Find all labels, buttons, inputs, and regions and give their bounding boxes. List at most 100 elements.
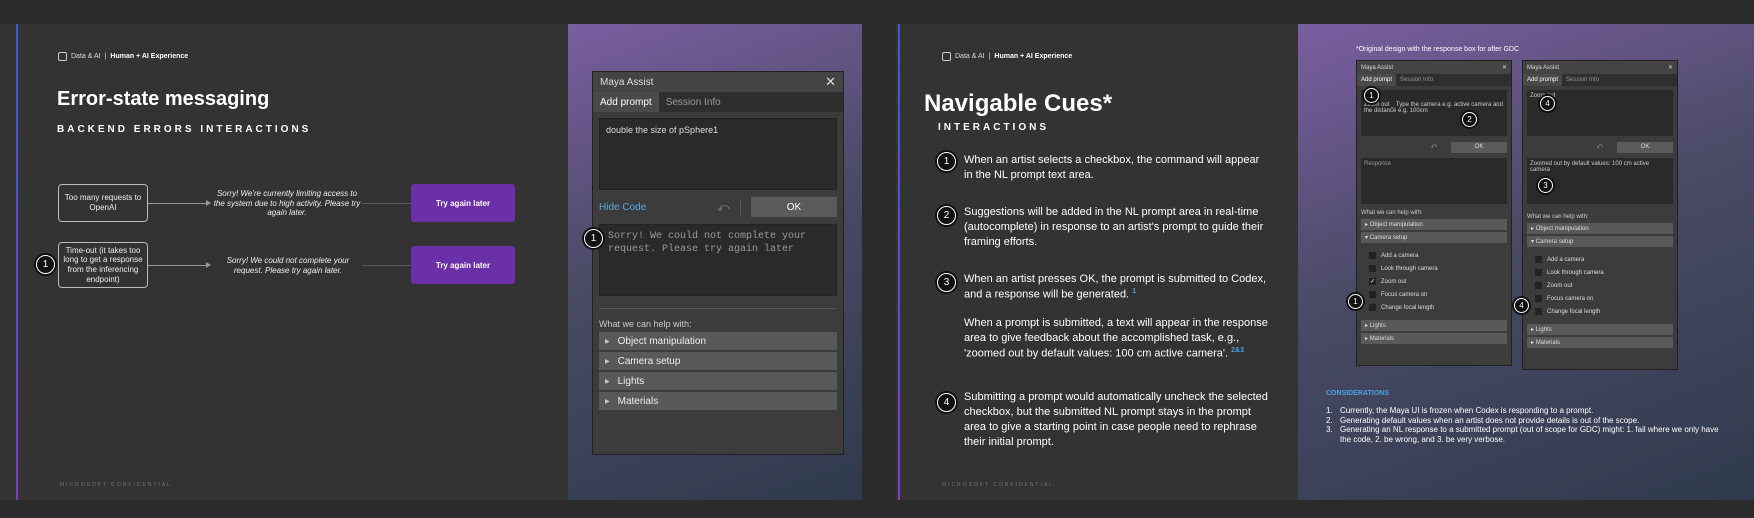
checkbox[interactable]: [1535, 282, 1542, 289]
checked-checkbox[interactable]: ✓: [1369, 278, 1376, 285]
checkbox[interactable]: [1369, 265, 1376, 272]
camera-option[interactable]: Change focal length: [1369, 301, 1511, 314]
try-again-button[interactable]: Try again later: [411, 246, 515, 284]
step-badge: 1: [36, 255, 55, 274]
error-cause-box: Too many requests to OpenAI: [58, 184, 148, 222]
category-object-manipulation[interactable]: ▸ Object manipulation: [1361, 219, 1507, 230]
dialog-title: Maya Assist: [1361, 64, 1394, 71]
category-object-manipulation[interactable]: ▸ Object manipulation: [1527, 223, 1673, 234]
undo-icon[interactable]: ⤺: [1597, 144, 1603, 151]
accent-line: [898, 24, 900, 500]
category-materials[interactable]: ▶ Materials: [599, 392, 837, 410]
category-object-manipulation[interactable]: ▶ Object manipulation: [599, 332, 837, 350]
camera-option[interactable]: Add a camera: [1535, 253, 1677, 266]
prompt-input[interactable]: Zoom out _ Type the camera e.g. active c…: [1361, 90, 1507, 136]
option-label: Look through camera: [1547, 269, 1604, 276]
page-subtitle: BACKEND ERRORS INTERACTIONS: [57, 124, 312, 135]
consideration-text: Currently, the Maya UI is frozen when Co…: [1340, 406, 1594, 415]
error-message: Sorry! We could not complete your reques…: [226, 256, 350, 275]
expand-icon: ▶: [605, 378, 610, 385]
category-materials[interactable]: ▸ Materials: [1527, 337, 1673, 348]
undo-icon[interactable]: ⤺: [1431, 144, 1437, 151]
list-item: 2. Generating default values when an arti…: [1326, 415, 1640, 425]
tab-add-prompt[interactable]: Add prompt: [1523, 74, 1563, 86]
category-lights[interactable]: ▸ Lights: [1527, 324, 1673, 335]
camera-option[interactable]: Focus camera on: [1369, 288, 1511, 301]
step-badge: 1: [1364, 88, 1379, 103]
camera-option[interactable]: Add a camera: [1369, 249, 1511, 262]
camera-option[interactable]: Zoom out: [1535, 279, 1677, 292]
brand-separator: |: [988, 53, 991, 60]
checkbox[interactable]: [1369, 252, 1376, 259]
category-label: Materials: [1535, 339, 1561, 346]
camera-option[interactable]: Change focal length: [1535, 305, 1677, 318]
flow-connector: [148, 203, 208, 204]
undo-icon[interactable]: ⤺: [717, 200, 730, 215]
brand-team: Human + AI Experience: [994, 53, 1073, 60]
page-title: Error-state messaging: [57, 88, 270, 110]
list-item: 3. Generating an NL response to a submitt…: [1326, 425, 1726, 444]
category-label: Lights: [1535, 326, 1552, 333]
dialog-tabs: Add prompt Session Info: [1357, 74, 1511, 86]
try-again-button[interactable]: Try again later: [411, 184, 515, 222]
brand-header: Data & AI | Human + AI Experience: [58, 52, 188, 61]
dialog-title: Maya Assist: [1527, 64, 1560, 71]
camera-option[interactable]: ✓ Zoom out: [1369, 275, 1511, 288]
category-camera-setup[interactable]: ▾ Camera setup: [1361, 232, 1507, 243]
brand-icon: [942, 52, 951, 61]
footnote-ref: 2&3: [1231, 346, 1244, 354]
checkbox[interactable]: [1535, 308, 1542, 315]
close-icon[interactable]: ✕: [1502, 64, 1507, 71]
category-lights[interactable]: ▸ Lights: [1361, 320, 1507, 331]
category-label: Materials: [1369, 335, 1395, 342]
brand-org: Data & AI: [71, 53, 101, 60]
expand-icon: ▶: [605, 398, 610, 405]
brand-icon: [58, 52, 67, 61]
step-badge: 2: [1462, 112, 1477, 127]
help-label: What we can help with:: [1527, 214, 1589, 220]
step-badge: 1: [584, 229, 603, 248]
hide-code-link[interactable]: Hide Code: [599, 202, 646, 213]
camera-option[interactable]: Look through camera: [1535, 266, 1677, 279]
ok-button[interactable]: OK: [1617, 141, 1673, 153]
category-camera-setup[interactable]: ▶ Camera setup: [599, 352, 837, 370]
category-lights[interactable]: ▶ Lights: [599, 372, 837, 390]
design-note: *Original design with the response box f…: [1356, 46, 1520, 53]
tab-session-info[interactable]: Session Info: [659, 92, 728, 112]
step-badge: 3: [937, 273, 956, 292]
close-icon[interactable]: ✕: [1668, 64, 1673, 71]
brand-header: Data & AI | Human + AI Experience: [942, 52, 1072, 61]
step-badge: 4: [1514, 298, 1529, 313]
tab-session-info[interactable]: Session Info: [1396, 74, 1437, 86]
tab-session-info[interactable]: Session Info: [1562, 74, 1603, 86]
category-label: Camera setup: [1369, 234, 1408, 241]
checkbox[interactable]: [1535, 256, 1542, 263]
option-label: Zoom out: [1381, 278, 1407, 285]
ok-button[interactable]: OK: [751, 197, 837, 217]
close-icon[interactable]: ✕: [825, 74, 836, 90]
category-label: Lights: [617, 375, 645, 387]
error-cause-box: Time-out (it takes too long to get a res…: [58, 242, 148, 288]
considerations-title: CONSIDERATIONS: [1326, 390, 1389, 397]
category-camera-setup[interactable]: ▾ Camera setup: [1527, 236, 1673, 247]
consideration-text: Generating an NL response to a submitted…: [1340, 425, 1719, 444]
ok-button[interactable]: OK: [1451, 141, 1507, 153]
checkbox[interactable]: [1535, 269, 1542, 276]
camera-option[interactable]: Look through camera: [1369, 262, 1511, 275]
checkbox[interactable]: [1369, 291, 1376, 298]
option-label: Change focal length: [1381, 304, 1435, 311]
tab-add-prompt[interactable]: Add prompt: [1357, 74, 1397, 86]
option-label: Look through camera: [1381, 265, 1438, 272]
option-label: Focus camera on: [1547, 295, 1594, 302]
page-title: Navigable Cues*: [924, 90, 1113, 117]
checkbox[interactable]: [1369, 304, 1376, 311]
camera-option[interactable]: Focus camera on: [1535, 292, 1677, 305]
option-label: Add a camera: [1547, 256, 1585, 263]
category-materials[interactable]: ▸ Materials: [1361, 333, 1507, 344]
category-label: Object manipulation: [1369, 221, 1423, 228]
prompt-input[interactable]: double the size of pSphere1: [599, 118, 837, 190]
checkbox[interactable]: [1535, 295, 1542, 302]
tab-add-prompt[interactable]: Add prompt: [593, 92, 659, 112]
dialog-titlebar: Maya Assist ✕: [1523, 61, 1677, 74]
